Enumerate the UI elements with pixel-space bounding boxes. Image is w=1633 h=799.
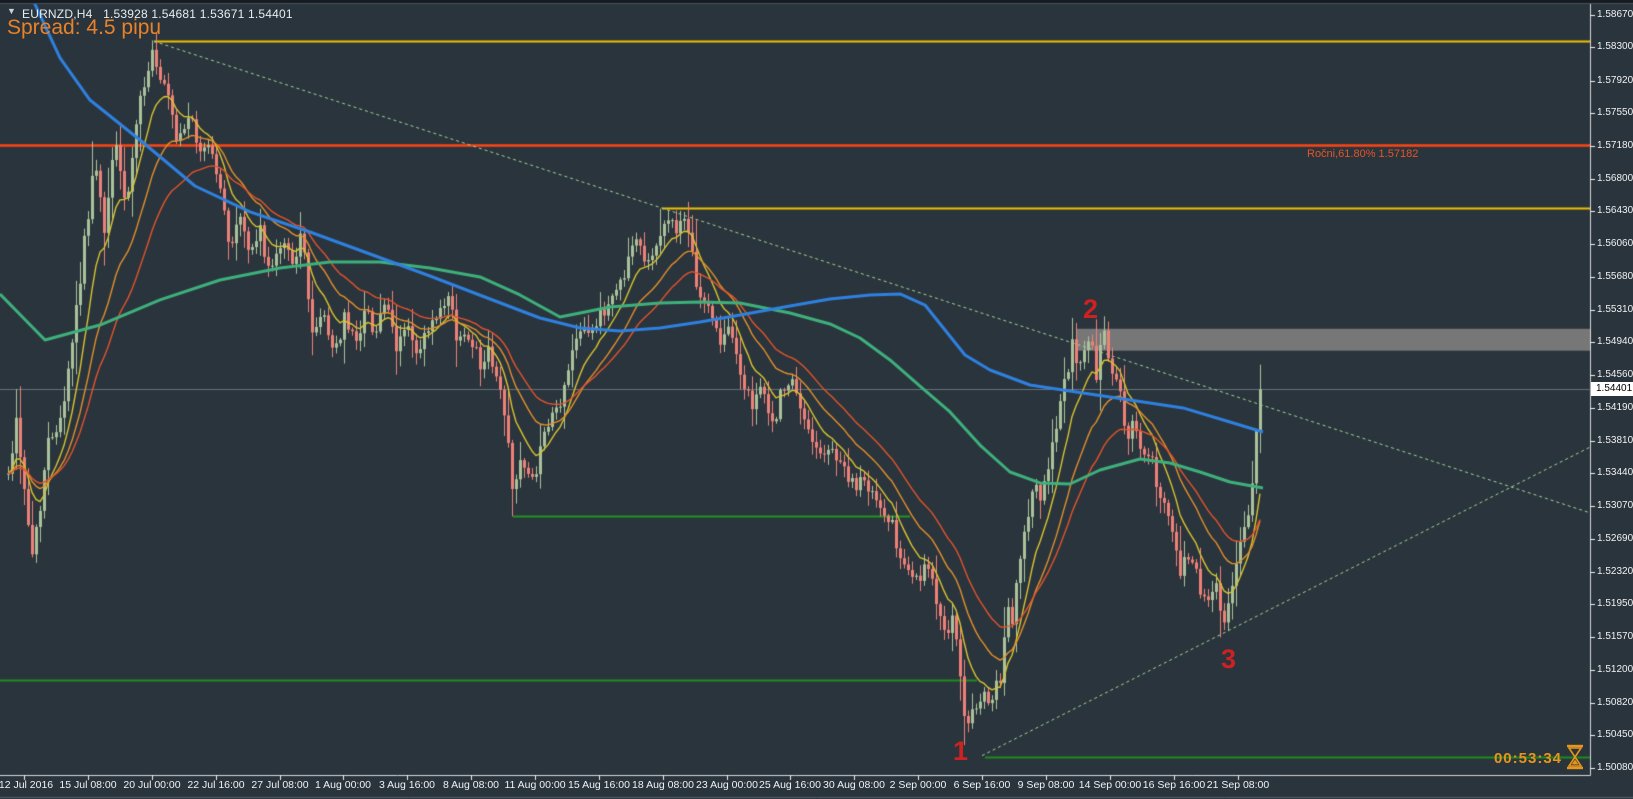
price-axis-label: 1.50450 <box>1597 729 1633 741</box>
price-axis-label: 1.57920 <box>1597 74 1633 86</box>
price-axis-label: 1.52320 <box>1597 565 1633 577</box>
time-axis-label: 18 Aug 08:00 <box>632 779 694 791</box>
price-axis-label: 1.53070 <box>1597 499 1633 511</box>
chart-dropdown-icon[interactable]: ▼ <box>7 6 16 16</box>
price-axis-label: 1.56060 <box>1597 237 1633 249</box>
time-axis-label: 15 Aug 16:00 <box>568 779 630 791</box>
price-axis-label: 1.54190 <box>1597 401 1633 413</box>
candle-countdown-timer: 00:53:34 <box>1493 750 1562 767</box>
time-axis-label: 22 Jul 16:00 <box>187 779 245 791</box>
time-axis-label: 20 Jul 00:00 <box>123 779 181 791</box>
price-axis-label: 1.50080 <box>1597 761 1633 773</box>
price-axis-label: 1.54560 <box>1597 369 1633 381</box>
price-axis-label: 1.57180 <box>1597 139 1633 151</box>
price-axis-label: 1.55310 <box>1597 303 1633 315</box>
price-axis-label: 1.53810 <box>1597 434 1633 446</box>
time-axis-label: 3 Aug 16:00 <box>378 779 436 791</box>
wave-label-1: 1 <box>953 736 969 766</box>
hourglass-icon <box>1565 743 1585 776</box>
time-axis-label: 15 Jul 08:00 <box>59 779 117 791</box>
time-axis-label: 27 Jul 08:00 <box>251 779 309 791</box>
price-axis-label: 1.52690 <box>1597 533 1633 545</box>
time-axis-label: 11 Aug 00:00 <box>504 779 566 791</box>
time-axis-label: 30 Aug 08:00 <box>823 779 885 791</box>
spread-indicator-label: Spread: 4.5 pipu <box>7 16 162 39</box>
time-axis-label: 16 Sep 16:00 <box>1142 779 1206 791</box>
fib-retracement-label: Ročni,61.80% 1.57182 <box>1307 148 1419 160</box>
time-axis-label: 2 Sep 00:00 <box>889 779 947 791</box>
price-axis-label: 1.56800 <box>1597 172 1633 184</box>
time-axis-label: 9 Sep 08:00 <box>1017 779 1075 791</box>
price-axis-label: 1.55680 <box>1597 271 1633 283</box>
price-axis-label: 1.51200 <box>1597 663 1633 675</box>
time-axis-label: 12 Jul 2016 <box>0 779 54 791</box>
mt4-chart-window: ▼ EURNZD,H4 1.53928 1.54681 1.53671 1.54… <box>0 0 1633 799</box>
wave-label-2: 2 <box>1083 294 1099 324</box>
current-price-label: 1.54401 <box>1591 382 1633 397</box>
price-axis-label: 1.56430 <box>1597 205 1633 217</box>
price-axis-label: 1.58670 <box>1597 9 1633 20</box>
price-axis-label: 1.51950 <box>1597 598 1633 609</box>
price-axis-label: 1.54940 <box>1597 335 1633 347</box>
time-axis-label: 14 Sep 00:00 <box>1078 779 1142 791</box>
time-axis-label: 21 Sep 08:00 <box>1206 779 1270 791</box>
price-axis-label: 1.58300 <box>1597 41 1633 53</box>
time-axis-label: 6 Sep 16:00 <box>953 779 1011 791</box>
wave-label-3: 3 <box>1221 644 1237 674</box>
time-axis-label: 1 Aug 00:00 <box>314 779 372 791</box>
time-axis-label: 23 Aug 00:00 <box>696 779 758 791</box>
price-axis-label: 1.51570 <box>1597 631 1633 643</box>
price-axis-label: 1.53440 <box>1597 467 1633 479</box>
time-axis-label: 8 Aug 08:00 <box>442 779 500 791</box>
price-axis-label: 1.50820 <box>1597 697 1633 709</box>
price-chart-canvas[interactable] <box>0 0 1633 799</box>
time-axis-label: 25 Aug 16:00 <box>759 779 821 791</box>
price-axis-label: 1.57550 <box>1597 107 1633 119</box>
